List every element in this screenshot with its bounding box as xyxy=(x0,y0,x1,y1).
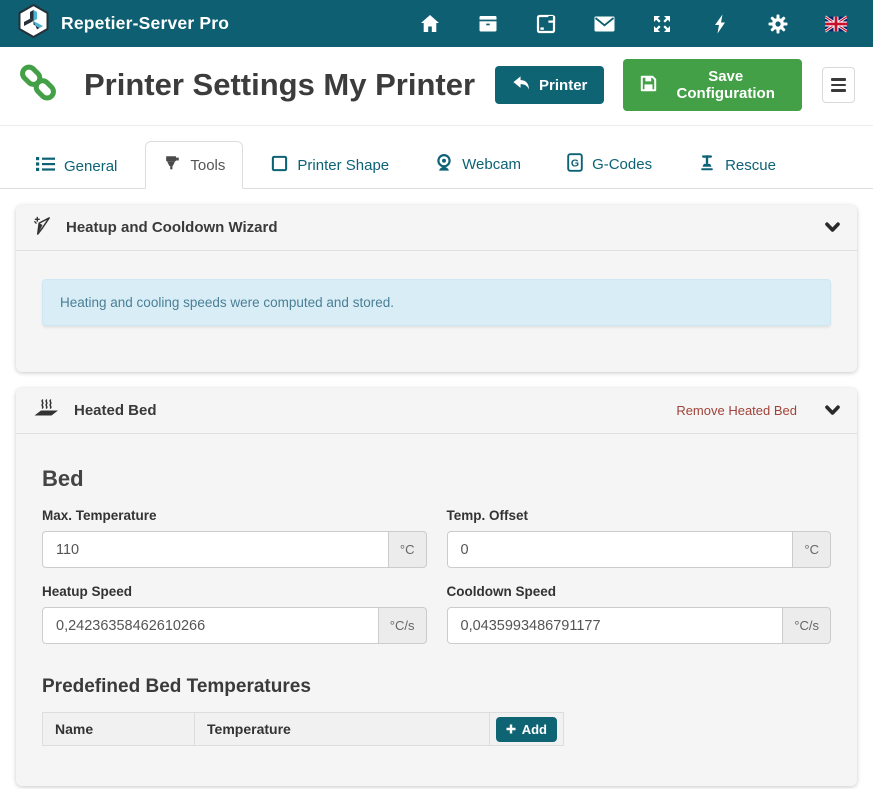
temp-offset-input[interactable] xyxy=(447,531,794,568)
plus-icon xyxy=(506,722,516,737)
cooldown-speed-group: °C/s xyxy=(447,607,832,644)
cooldown-speed-unit: °C/s xyxy=(783,607,831,644)
bed-form: Max. Temperature °C Temp. Offset °C Heat… xyxy=(42,492,831,644)
square-outline-icon xyxy=(271,155,288,176)
page-title: Printer Settings My Printer xyxy=(84,67,475,103)
uk-flag-icon[interactable] xyxy=(825,14,847,34)
heated-bed-panel: Heated Bed Remove Heated Bed Bed Max. Te… xyxy=(16,388,857,786)
webcam-icon xyxy=(435,153,453,176)
column-header-temperature: Temperature xyxy=(195,713,490,746)
top-navbar: Repetier-Server Pro xyxy=(0,0,873,47)
heatup-speed-unit: °C/s xyxy=(379,607,427,644)
heatup-speed-group: °C/s xyxy=(42,607,427,644)
tab-printer-shape[interactable]: Printer Shape xyxy=(253,142,407,189)
home-icon[interactable] xyxy=(419,14,441,34)
heated-bed-panel-header[interactable]: Heated Bed Remove Heated Bed xyxy=(16,388,857,434)
z-probe-icon xyxy=(698,154,716,176)
svg-text:G: G xyxy=(571,157,579,169)
save-floppy-icon xyxy=(640,75,657,96)
printer-box-icon[interactable] xyxy=(477,14,499,34)
tab-tools[interactable]: Tools xyxy=(145,141,243,189)
cooldown-speed-label: Cooldown Speed xyxy=(447,584,832,599)
max-temperature-input[interactable] xyxy=(42,531,389,568)
temp-offset-unit: °C xyxy=(793,531,831,568)
mail-icon[interactable] xyxy=(593,14,615,34)
tablet-icon[interactable] xyxy=(535,14,557,34)
wizard-collapse-chevron-icon[interactable] xyxy=(825,222,840,233)
repetier-logo-icon xyxy=(18,4,49,43)
predefined-bed-temperatures-title: Predefined Bed Temperatures xyxy=(42,676,831,698)
tab-general[interactable]: General xyxy=(18,143,135,189)
bolt-icon[interactable] xyxy=(709,14,731,34)
heated-bed-panel-body: Bed Max. Temperature °C Temp. Offset °C … xyxy=(16,466,857,786)
expand-arrows-icon[interactable] xyxy=(651,14,673,34)
extruder-icon xyxy=(163,154,181,176)
heated-bed-icon xyxy=(33,398,60,423)
back-arrow-icon xyxy=(512,75,530,95)
brand-name: Repetier-Server Pro xyxy=(61,13,229,34)
max-temperature-label: Max. Temperature xyxy=(42,508,427,523)
heated-bed-collapse-chevron-icon[interactable] xyxy=(825,405,840,416)
gear-icon[interactable] xyxy=(767,14,789,34)
column-header-name: Name xyxy=(43,713,195,746)
tab-webcam[interactable]: Webcam xyxy=(417,140,539,189)
gcode-file-icon: G xyxy=(567,153,583,176)
navbar-icons xyxy=(419,14,855,34)
link-chain-icon[interactable] xyxy=(18,63,58,108)
temp-offset-label: Temp. Offset xyxy=(447,508,832,523)
max-temperature-group: °C xyxy=(42,531,427,568)
info-alert: Heating and cooling speeds were computed… xyxy=(42,279,831,326)
brand[interactable]: Repetier-Server Pro xyxy=(18,4,229,43)
predefined-temperatures-table: Name Temperature Add xyxy=(42,712,564,746)
heatup-cooldown-wizard-panel: Heatup and Cooldown Wizard Heating and c… xyxy=(16,205,857,372)
temp-offset-group: °C xyxy=(447,531,832,568)
remove-heated-bed-link[interactable]: Remove Heated Bed xyxy=(676,403,797,418)
magic-wand-icon xyxy=(33,216,52,240)
heatup-speed-label: Heatup Speed xyxy=(42,584,427,599)
bed-section-title: Bed xyxy=(42,466,831,492)
add-temperature-button[interactable]: Add xyxy=(496,717,557,742)
printer-button[interactable]: Printer xyxy=(495,66,604,104)
page-header: Printer Settings My Printer Printer Save… xyxy=(0,47,873,126)
wizard-panel-header[interactable]: Heatup and Cooldown Wizard xyxy=(16,205,857,251)
heated-bed-panel-title: Heated Bed xyxy=(74,402,157,419)
tab-gcodes[interactable]: G G-Codes xyxy=(549,140,670,189)
list-icon xyxy=(36,156,55,176)
tab-rescue[interactable]: Rescue xyxy=(680,141,794,189)
heatup-speed-input[interactable] xyxy=(42,607,379,644)
max-temperature-unit: °C xyxy=(389,531,427,568)
cooldown-speed-input[interactable] xyxy=(447,607,784,644)
wizard-panel-title: Heatup and Cooldown Wizard xyxy=(66,219,278,236)
save-configuration-button[interactable]: Save Configuration xyxy=(623,59,802,111)
wizard-panel-body: Heating and cooling speeds were computed… xyxy=(16,251,857,372)
table-header-row: Name Temperature Add xyxy=(43,713,564,746)
menu-button[interactable] xyxy=(822,67,855,103)
settings-tabs: General Tools Printer Shape Webcam xyxy=(0,126,873,189)
